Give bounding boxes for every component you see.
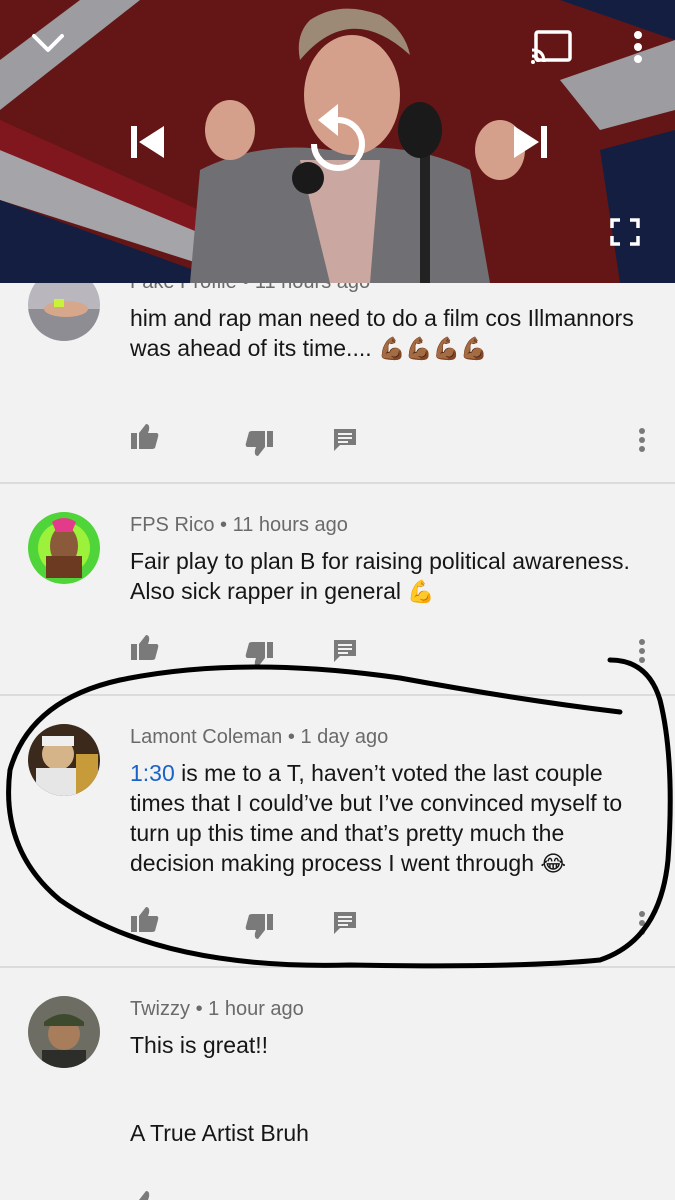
comment-author[interactable]: Lamont Coleman <box>130 726 282 748</box>
thumbs-up-icon[interactable] <box>130 423 160 451</box>
more-vert-icon[interactable] <box>630 30 646 66</box>
comment-time: 11 hours ago <box>255 283 370 293</box>
meta-separator: • <box>195 998 203 1020</box>
video-player[interactable] <box>0 0 675 283</box>
fullscreen-icon[interactable] <box>610 218 640 246</box>
thumbs-up-icon[interactable] <box>130 906 160 934</box>
comment-time: 1 day ago <box>300 726 389 748</box>
comment-meta: Twizzy • 1 hour ago <box>130 998 304 1021</box>
reply-icon[interactable] <box>332 638 358 664</box>
skip-previous-icon[interactable] <box>128 122 168 162</box>
comment-menu-icon[interactable] <box>637 427 647 453</box>
comment-item: FPS Rico • 11 hours ago Fair play to pla… <box>0 484 675 694</box>
comment-meta: FPS Rico • 11 hours ago <box>130 514 348 537</box>
flexed-biceps-emoji: 💪 <box>407 580 435 605</box>
meta-separator: • <box>220 514 228 536</box>
comment-menu-icon[interactable] <box>637 638 647 664</box>
comment-time: 1 hour ago <box>208 998 304 1020</box>
comment-actions <box>0 634 675 674</box>
comment-meta: Lamont Coleman • 1 day ago <box>130 726 388 749</box>
comments-list[interactable]: Fake Profile • 11 hours ago him and rap … <box>0 283 675 1200</box>
comment-time: 11 hours ago <box>232 514 348 536</box>
reply-icon[interactable] <box>332 910 358 936</box>
thumbs-up-icon[interactable] <box>130 634 160 662</box>
meta-separator: • <box>287 726 295 748</box>
thumbs-down-icon[interactable] <box>244 912 274 940</box>
replay-icon[interactable] <box>304 100 372 176</box>
avatar[interactable] <box>28 283 100 341</box>
comment-text: him and rap man need to do a film cos Il… <box>130 303 650 365</box>
comment-item: Lamont Coleman • 1 day ago 1:30 is me to… <box>0 696 675 966</box>
comment-meta: Fake Profile • 11 hours ago <box>130 283 370 294</box>
comment-author[interactable]: Twizzy <box>130 998 190 1020</box>
comment-author[interactable]: Fake Profile <box>130 283 237 293</box>
reply-icon[interactable] <box>332 427 358 453</box>
tears-of-joy-emoji: 😂 <box>540 852 567 877</box>
thumbs-down-icon[interactable] <box>244 429 274 457</box>
comment-text: 1:30 is me to a T, haven’t voted the las… <box>130 758 650 880</box>
comment-text: Fair play to plan B for raising politica… <box>130 546 650 608</box>
comment-item: Fake Profile • 11 hours ago him and rap … <box>0 283 675 483</box>
avatar[interactable] <box>28 512 100 584</box>
comment-text-content: Fair play to plan B for raising politica… <box>130 548 630 604</box>
chevron-down-icon[interactable] <box>28 28 68 58</box>
comment-author[interactable]: FPS Rico <box>130 514 214 536</box>
comment-text-content: This is great!! <box>130 1032 269 1058</box>
comment-item: Twizzy • 1 hour ago This is great!! A Tr… <box>0 968 675 1200</box>
flexed-biceps-emoji: 💪🏾💪🏾💪🏾💪🏾 <box>378 337 488 362</box>
comment-actions <box>0 906 675 946</box>
skip-next-icon[interactable] <box>510 122 550 162</box>
avatar[interactable] <box>28 724 100 796</box>
meta-separator: • <box>242 283 249 293</box>
thumbs-up-icon[interactable] <box>130 1190 160 1200</box>
comment-text: This is great!! <box>130 1030 650 1060</box>
comment-text-line2: A True Artist Bruh <box>130 1118 650 1148</box>
cast-icon[interactable] <box>530 28 574 66</box>
comment-text-content: A True Artist Bruh <box>130 1120 309 1146</box>
comment-menu-icon[interactable] <box>637 910 647 936</box>
timestamp-link[interactable]: 1:30 <box>130 760 175 786</box>
thumbs-down-icon[interactable] <box>244 640 274 668</box>
comment-actions <box>0 423 675 463</box>
avatar[interactable] <box>28 996 100 1068</box>
